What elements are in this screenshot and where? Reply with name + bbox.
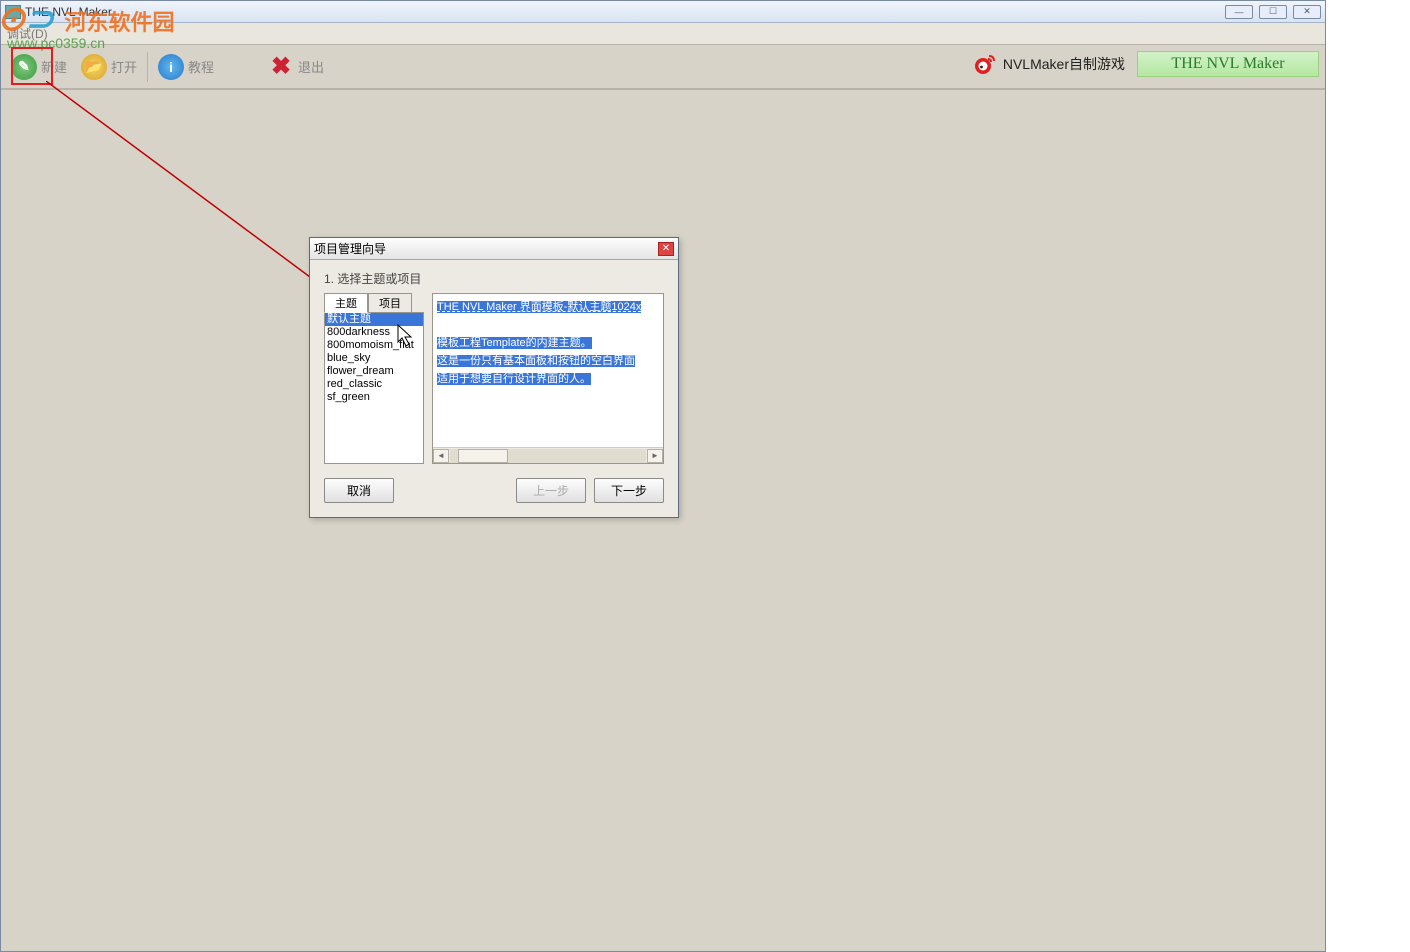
- tutorial-icon: i: [158, 54, 184, 80]
- exit-button[interactable]: ✖ 退出: [268, 54, 324, 80]
- tab-project[interactable]: 项目: [368, 293, 412, 313]
- dialog-step-label: 1. 选择主题或项目: [324, 270, 664, 287]
- list-item[interactable]: 800momoism_flat: [325, 339, 423, 352]
- weibo-icon: [973, 52, 997, 76]
- next-button[interactable]: 下一步: [594, 478, 664, 503]
- project-wizard-dialog: 项目管理向导 ✕ 1. 选择主题或项目 主题 项目 默认主题 800darkne…: [309, 237, 679, 518]
- list-item[interactable]: red_classic: [325, 378, 423, 391]
- scroll-right-button[interactable]: ►: [647, 449, 663, 463]
- dialog-close-button[interactable]: ✕: [658, 242, 674, 256]
- tutorial-button[interactable]: i 教程: [158, 54, 214, 80]
- titlebar: THE NVL Maker — ☐ ✕: [1, 1, 1325, 23]
- desc-line: THE NVL Maker 界面模板-默认主题1024x: [437, 301, 641, 313]
- new-icon: ✎: [11, 54, 37, 80]
- new-label: 新建: [41, 57, 67, 76]
- app-icon: [5, 5, 21, 19]
- dialog-title: 项目管理向导: [314, 240, 386, 257]
- weibo-text: NVLMaker自制游戏: [1003, 54, 1125, 74]
- dialog-titlebar: 项目管理向导 ✕: [310, 238, 678, 260]
- exit-icon: ✖: [268, 54, 294, 80]
- toolbar-separator: [147, 52, 148, 82]
- cancel-button[interactable]: 取消: [324, 478, 394, 503]
- list-item[interactable]: sf_green: [325, 391, 423, 404]
- description-box: THE NVL Maker 界面模板-默认主题1024x 模板工程Templat…: [432, 293, 664, 464]
- list-item[interactable]: flower_dream: [325, 365, 423, 378]
- open-label: 打开: [111, 57, 137, 76]
- minimize-button[interactable]: —: [1225, 5, 1253, 19]
- prev-button[interactable]: 上一步: [516, 478, 586, 503]
- menu-debug[interactable]: 调试(D): [7, 25, 48, 42]
- toolbar: ✎ 新建 📂 打开 i 教程 ✖ 退出: [1, 45, 1325, 90]
- scroll-thumb[interactable]: [458, 449, 508, 463]
- new-button[interactable]: ✎ 新建: [11, 54, 67, 80]
- horizontal-scrollbar[interactable]: ◄ ►: [433, 447, 663, 463]
- maximize-button[interactable]: ☐: [1259, 5, 1287, 19]
- open-icon: 📂: [81, 54, 107, 80]
- weibo-link[interactable]: NVLMaker自制游戏: [973, 52, 1125, 76]
- desc-line: 这是一份只有基本面板和按钮的空白界面: [437, 355, 635, 367]
- brand-banner: THE NVL Maker: [1137, 51, 1319, 77]
- close-button[interactable]: ✕: [1293, 5, 1321, 19]
- tab-theme[interactable]: 主题: [324, 293, 368, 313]
- theme-listbox[interactable]: 默认主题 800darkness 800momoism_flat blue_sk…: [324, 312, 424, 464]
- menubar: 调试(D): [1, 23, 1325, 45]
- tutorial-label: 教程: [188, 57, 214, 76]
- exit-label: 退出: [298, 57, 324, 76]
- list-item[interactable]: 默认主题: [325, 313, 423, 326]
- open-button[interactable]: 📂 打开: [81, 54, 137, 80]
- window-title: THE NVL Maker: [25, 5, 112, 19]
- desc-line: 适用于想要自行设计界面的人。: [437, 373, 591, 385]
- list-item[interactable]: 800darkness: [325, 326, 423, 339]
- list-item[interactable]: blue_sky: [325, 352, 423, 365]
- scroll-left-button[interactable]: ◄: [433, 449, 449, 463]
- desc-line: 模板工程Template的内建主题。: [437, 337, 592, 349]
